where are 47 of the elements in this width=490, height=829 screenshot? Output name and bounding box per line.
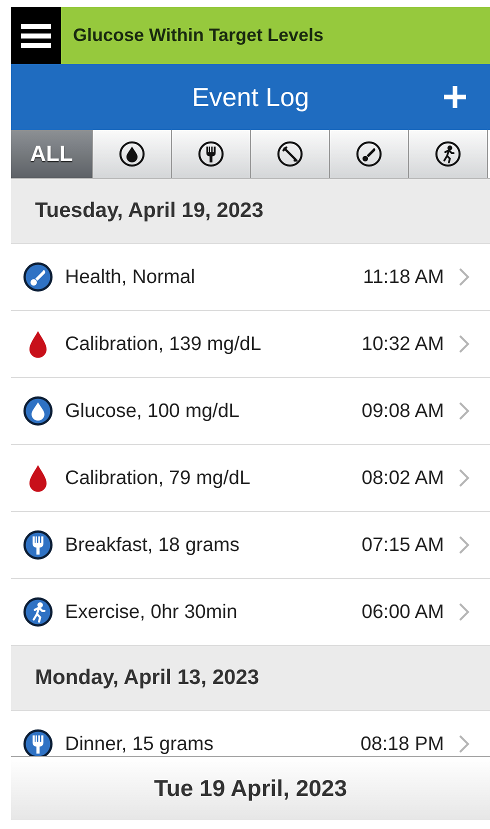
chevron-icon <box>458 535 470 555</box>
event-row[interactable]: Breakfast, 18 grams 07:15 AM <box>11 512 490 579</box>
plus-icon <box>442 84 468 110</box>
event-text: Exercise, 0hr 30min <box>65 600 238 624</box>
add-button[interactable] <box>442 84 468 110</box>
event-text: Calibration, 79 mg/dL <box>65 466 252 490</box>
event-row[interactable]: Health, Normal 11:18 AM <box>11 244 490 311</box>
chevron-icon <box>458 602 470 622</box>
filter-tab[interactable] <box>172 130 251 178</box>
event-time: 10:32 AM <box>362 332 444 356</box>
status-text: Glucose Within Target Levels <box>73 25 324 46</box>
event-time: 07:15 AM <box>362 534 444 556</box>
event-time: 09:08 AM <box>362 400 444 422</box>
chevron-icon <box>458 267 470 287</box>
filter-tab[interactable] <box>251 130 330 178</box>
event-row[interactable]: Glucose, 100 mg/dL 09:08 AM <box>11 378 490 445</box>
runner-icon <box>23 597 53 627</box>
filter-tab[interactable] <box>409 130 488 178</box>
event-text: Health, Normal <box>65 266 196 288</box>
event-time: 08:18 PM <box>360 732 444 756</box>
menu-button[interactable] <box>11 7 61 64</box>
date-footer: Tue 19 April, 2023 <box>11 756 490 820</box>
runner-icon <box>435 141 461 167</box>
event-text: Dinner, 15 grams <box>65 732 214 756</box>
chevron-icon <box>458 734 470 754</box>
filter-tab[interactable] <box>330 130 409 178</box>
event-row[interactable]: Calibration, 139 mg/dL 10:32 AM <box>11 311 490 378</box>
event-text: Calibration, 139 mg/dL <box>65 332 262 356</box>
event-text: Breakfast, 18 grams <box>65 534 240 556</box>
event-row[interactable]: Calibration, 79 mg/dL 08:02 AM <box>11 445 490 512</box>
water-drop-icon <box>23 396 53 426</box>
filter-tab[interactable]: ALL <box>11 130 93 178</box>
filter-tab[interactable] <box>93 130 172 178</box>
menu-icon <box>21 22 51 48</box>
date-header: Tuesday, April 19, 2023 <box>11 179 490 244</box>
fork-icon <box>23 530 53 560</box>
event-time: 11:18 AM <box>363 266 444 288</box>
event-time: 08:02 AM <box>362 466 444 490</box>
date-header: Monday, April 13, 2023 <box>11 646 490 711</box>
chevron-icon <box>458 401 470 421</box>
event-time: 06:00 AM <box>362 600 444 624</box>
water-drop-icon <box>119 141 145 167</box>
screen-title: Event Log <box>192 82 310 112</box>
chevron-icon <box>458 334 470 354</box>
event-text: Glucose, 100 mg/dL <box>65 400 241 422</box>
fork-icon <box>198 141 224 167</box>
chevron-icon <box>458 468 470 488</box>
